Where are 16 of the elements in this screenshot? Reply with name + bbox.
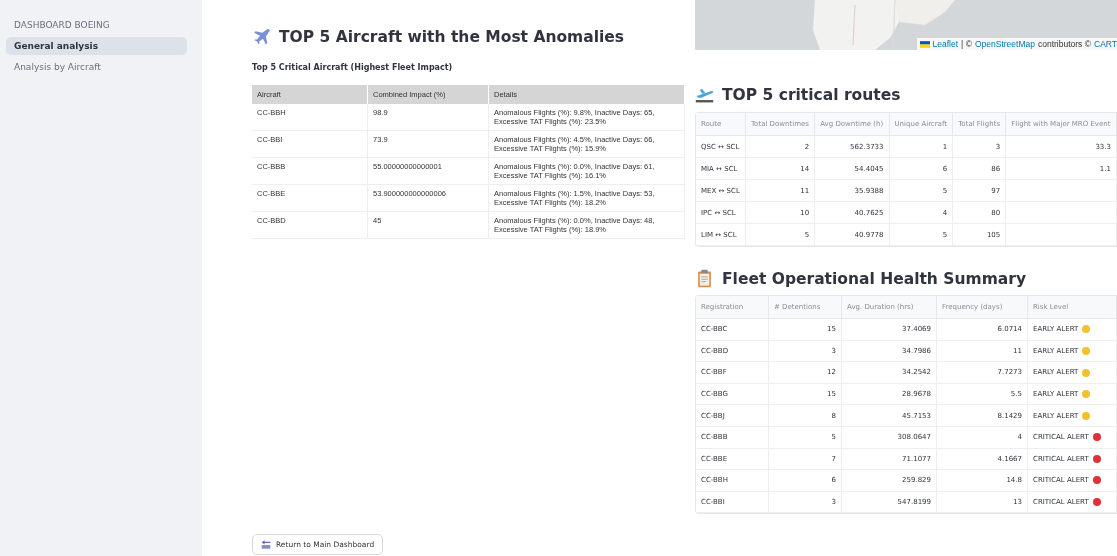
attribution-text: | © (961, 39, 972, 49)
section-heading: Fleet Operational Health Summary (722, 269, 1026, 288)
clipboard-icon (695, 269, 714, 288)
section-heading: TOP 5 critical routes (722, 85, 901, 104)
section-heading: TOP 5 Aircraft with the Most Anomalies (279, 27, 625, 46)
nav-link[interactable]: Analysis by Aircraft (6, 58, 187, 76)
openstreetmap-link[interactable]: OpenStreetMap (974, 39, 1035, 49)
flag-icon (919, 40, 930, 48)
table-title: Top 5 Critical Aircraft (Highest Fleet Impact) (252, 63, 454, 72)
back-arrow-icon (261, 540, 271, 549)
sidebar-title: DASHBOARD BOEING (13, 20, 111, 30)
attribution-text: contributors © (1037, 39, 1091, 49)
nav-link[interactable]: General analysis (6, 37, 187, 55)
airplane-icon (252, 27, 271, 46)
leaflet-link[interactable]: Leaflet (932, 39, 959, 49)
carto-link[interactable]: CART (1094, 39, 1117, 49)
